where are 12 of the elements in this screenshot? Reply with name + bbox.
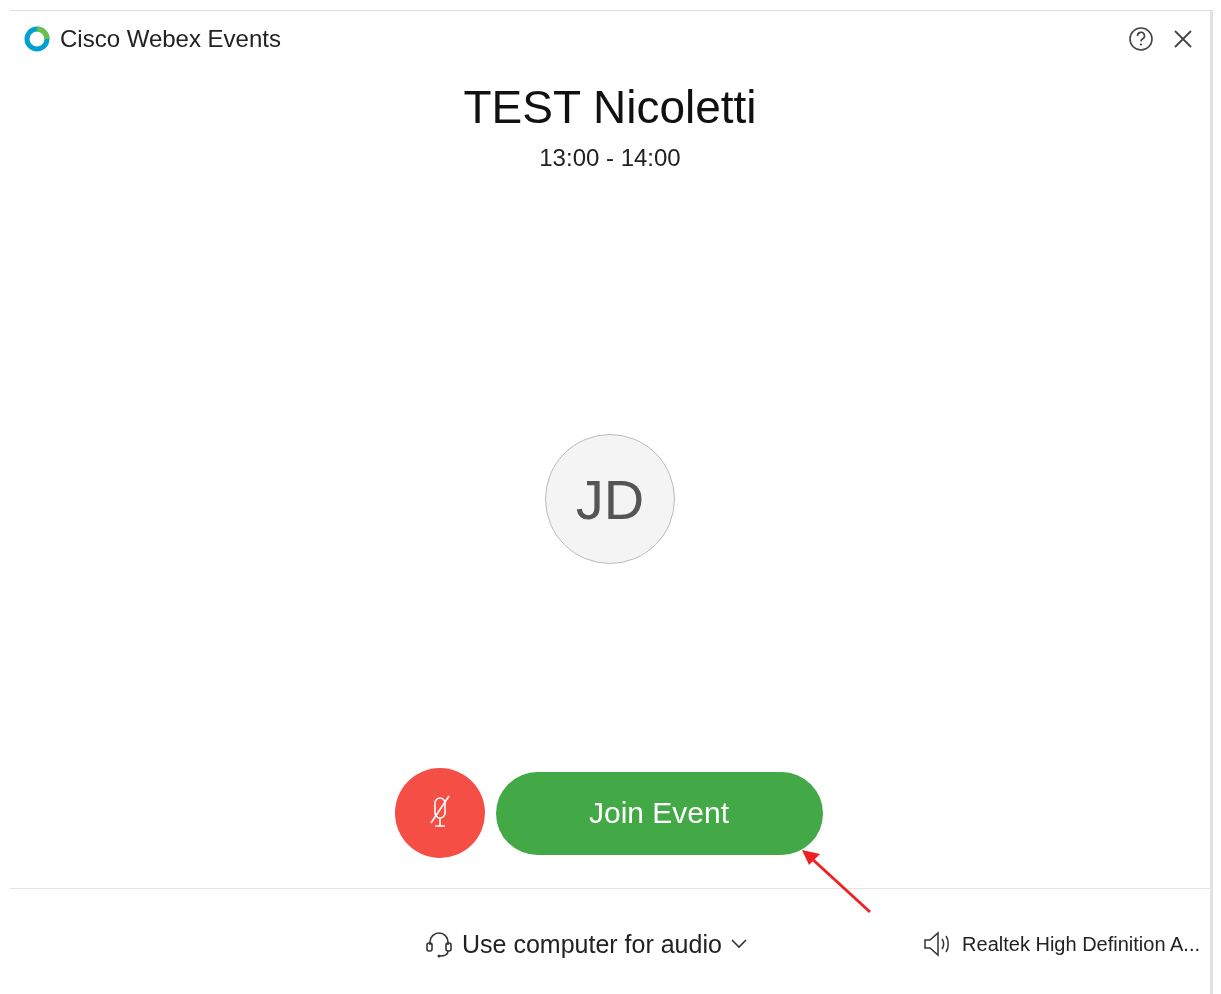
help-button[interactable] [1128, 25, 1154, 52]
audio-option-dropdown[interactable]: Use computer for audio [424, 929, 748, 959]
chevron-down-icon [729, 938, 748, 950]
app-logo-icon [24, 25, 50, 52]
event-time: 13:00 - 14:00 [539, 144, 681, 172]
headset-icon [424, 929, 454, 959]
user-avatar: JD [545, 434, 675, 564]
speaker-selector[interactable]: Realtek High Definition A... [922, 930, 1200, 958]
event-title: TEST Nicoletti [463, 80, 757, 134]
close-button[interactable] [1172, 27, 1194, 50]
window-title: Cisco Webex Events [60, 24, 281, 53]
annotation-arrow [800, 848, 872, 914]
